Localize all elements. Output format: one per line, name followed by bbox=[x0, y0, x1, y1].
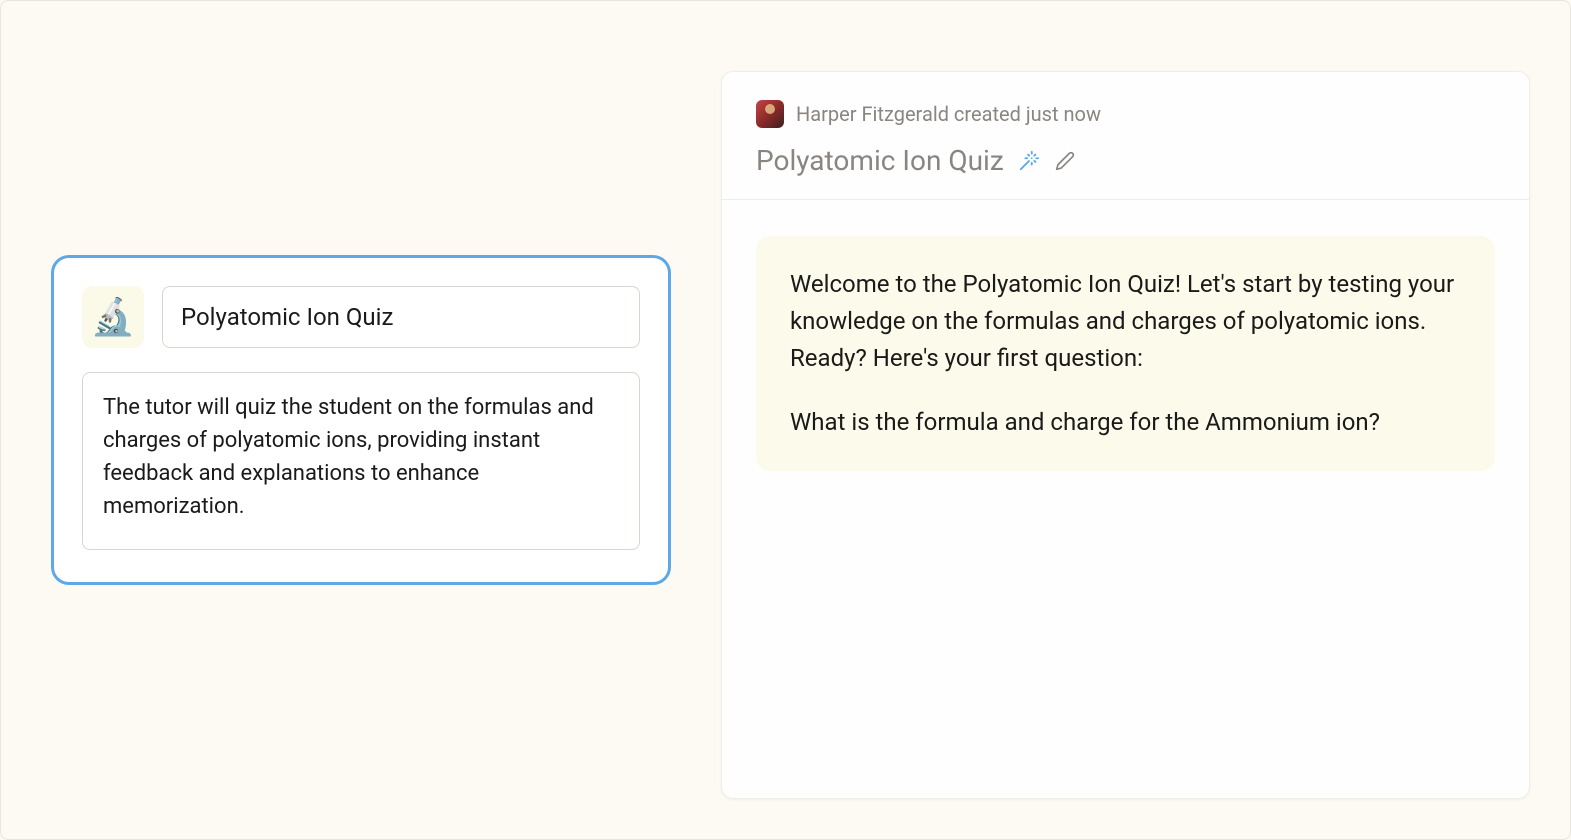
microscope-icon: 🔬 bbox=[91, 296, 136, 338]
preview-body: Welcome to the Polyatomic Ion Quiz! Let'… bbox=[722, 200, 1529, 507]
config-panel: 🔬 bbox=[1, 1, 721, 839]
message-paragraph: Welcome to the Polyatomic Ion Quiz! Let'… bbox=[790, 266, 1461, 378]
preview-panel: Harper Fitzgerald created just now Polya… bbox=[721, 71, 1530, 799]
creator-meta-text: Harper Fitzgerald created just now bbox=[796, 102, 1101, 126]
config-card: 🔬 bbox=[51, 255, 671, 585]
message-paragraph: What is the formula and charge for the A… bbox=[790, 404, 1461, 441]
description-input[interactable] bbox=[82, 372, 640, 550]
preview-title-row: Polyatomic Ion Quiz bbox=[756, 144, 1495, 177]
assistant-message: Welcome to the Polyatomic Ion Quiz! Let'… bbox=[756, 236, 1495, 471]
creator-row: Harper Fitzgerald created just now bbox=[756, 100, 1495, 128]
preview-header: Harper Fitzgerald created just now Polya… bbox=[722, 72, 1529, 200]
assistant-icon-picker[interactable]: 🔬 bbox=[82, 286, 144, 348]
avatar bbox=[756, 100, 784, 128]
config-header-row: 🔬 bbox=[82, 286, 640, 348]
title-input[interactable] bbox=[162, 286, 640, 348]
preview-title: Polyatomic Ion Quiz bbox=[756, 144, 1004, 177]
magic-wand-icon[interactable] bbox=[1018, 150, 1040, 172]
pencil-icon[interactable] bbox=[1054, 150, 1076, 172]
